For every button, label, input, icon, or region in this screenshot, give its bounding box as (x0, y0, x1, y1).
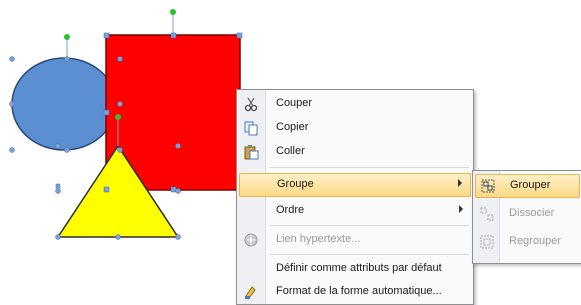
submenu-arrow-icon (459, 205, 463, 213)
menu-item-label: Copier (276, 121, 309, 133)
format-shape-icon (243, 284, 259, 300)
menu-item-label: Coller (276, 145, 305, 157)
menu-item-label: Dissocier (509, 207, 555, 219)
menu-item-label: Grouper (510, 179, 551, 191)
submenu-item-group[interactable]: Grouper (475, 174, 580, 198)
submenu-item-regroup[interactable]: Regrouper (475, 231, 580, 253)
menu-item-hyperlink[interactable]: Lien hypertexte... (239, 229, 471, 251)
menu-item-set-defaults[interactable]: Définir comme attributs par défaut (239, 258, 471, 280)
rotation-handle (64, 34, 70, 40)
ungroup-icon (479, 206, 495, 222)
copy-icon (243, 120, 259, 136)
rotation-handle (115, 114, 121, 120)
paste-icon (243, 144, 259, 160)
rotation-handle (170, 9, 176, 15)
menu-separator (269, 167, 469, 168)
group-icon (480, 178, 496, 194)
group-submenu: Grouper Dissocier Regrouper (472, 170, 581, 264)
menu-item-group[interactable]: Groupe (239, 173, 471, 197)
submenu-arrow-icon (458, 179, 462, 187)
menu-item-label: Regrouper (509, 235, 561, 247)
menu-item-cut[interactable]: Couper (239, 93, 471, 115)
menu-item-label: Format de la forme automatique... (276, 285, 442, 297)
scissors-icon (243, 96, 259, 112)
menu-item-order[interactable]: Ordre (239, 200, 471, 222)
regroup-icon (479, 234, 495, 250)
menu-item-label: Lien hypertexte... (276, 233, 361, 245)
menu-item-format-autoshape[interactable]: Format de la forme automatique... (239, 281, 471, 303)
menu-separator (269, 254, 469, 255)
ellipse-shape[interactable] (11, 57, 117, 151)
submenu-item-ungroup[interactable]: Dissocier (475, 203, 580, 225)
menu-item-label: Couper (276, 97, 313, 109)
context-menu: Couper Copier Coller Groupe Ordre Lien h… (236, 89, 474, 305)
menu-item-label: Ordre (276, 204, 305, 216)
menu-item-label: Définir comme attributs par défaut (276, 262, 442, 274)
menu-item-label: Groupe (277, 178, 314, 190)
menu-item-paste[interactable]: Coller (239, 141, 471, 163)
menu-separator (269, 225, 469, 226)
menu-item-copy[interactable]: Copier (239, 117, 471, 139)
hyperlink-icon (243, 232, 259, 248)
